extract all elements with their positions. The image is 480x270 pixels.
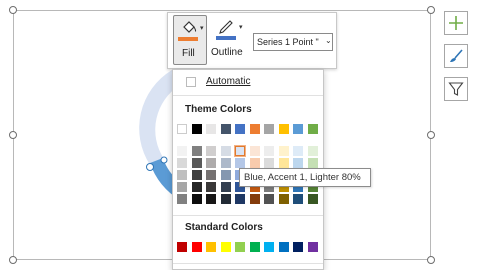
standard-color-swatch[interactable] — [177, 242, 187, 252]
shade-color-swatch[interactable] — [220, 170, 231, 180]
standard-color-swatch[interactable] — [235, 242, 245, 252]
shade-color-swatch[interactable] — [264, 158, 274, 168]
chevron-down-icon[interactable]: ⌄ — [325, 36, 332, 45]
shade-color-swatch[interactable] — [177, 182, 187, 192]
standard-colors-heading: Standard Colors — [185, 222, 263, 233]
shade-color-swatch[interactable] — [177, 146, 187, 156]
shade-color-swatch[interactable] — [235, 194, 245, 204]
shade-color-swatch[interactable] — [191, 158, 202, 168]
paint-bucket-icon — [183, 21, 197, 33]
shade-color-swatch[interactable] — [206, 194, 216, 204]
standard-color-swatch[interactable] — [264, 242, 274, 252]
shade-color-swatch[interactable] — [307, 146, 318, 156]
shade-color-swatch[interactable] — [249, 158, 260, 168]
shade-color-swatch[interactable] — [206, 170, 216, 180]
menu-separator — [173, 263, 323, 264]
dropdown-arrow-icon[interactable]: ▾ — [239, 23, 243, 31]
theme-color-swatch[interactable] — [177, 124, 187, 134]
theme-color-swatch[interactable] — [206, 124, 216, 134]
theme-color-swatch[interactable] — [264, 124, 274, 134]
fill-label: Fill — [182, 48, 195, 59]
shade-color-swatch[interactable] — [278, 194, 289, 204]
shade-color-swatch[interactable] — [177, 170, 187, 180]
automatic-option[interactable]: Automatic — [173, 74, 323, 92]
shade-color-swatch[interactable] — [264, 194, 274, 204]
standard-color-swatch[interactable] — [220, 242, 231, 252]
shade-color-swatch[interactable] — [206, 158, 216, 168]
chart-styles-button[interactable] — [444, 44, 468, 68]
tooltip-text: Blue, Accent 1, Lighter 80% — [244, 172, 361, 183]
shade-color-swatch[interactable] — [191, 170, 202, 180]
shade-color-swatch[interactable] — [206, 146, 216, 156]
theme-color-swatch[interactable] — [191, 124, 202, 134]
pen-icon — [219, 20, 233, 34]
shade-color-swatch[interactable] — [220, 194, 231, 204]
brush-icon — [450, 49, 463, 62]
menu-separator — [173, 215, 323, 216]
shade-color-swatch[interactable] — [191, 194, 202, 204]
shade-color-swatch[interactable] — [191, 182, 202, 192]
shade-color-swatch[interactable] — [249, 194, 260, 204]
chart-filters-button[interactable] — [444, 77, 468, 101]
shade-color-swatch[interactable] — [293, 158, 303, 168]
shade-color-swatch[interactable] — [293, 194, 303, 204]
shade-color-swatch[interactable] — [307, 158, 318, 168]
shade-color-swatch[interactable] — [220, 158, 231, 168]
shade-color-swatch[interactable] — [234, 145, 246, 157]
theme-color-swatch[interactable] — [249, 124, 260, 134]
outline-label: Outline — [211, 47, 243, 58]
shade-color-swatch[interactable] — [278, 158, 289, 168]
fill-color-bar — [178, 37, 198, 41]
theme-color-swatch[interactable] — [220, 124, 231, 134]
filter-icon — [448, 82, 464, 96]
point-handle[interactable] — [160, 156, 168, 164]
standard-color-swatch[interactable] — [191, 242, 202, 252]
outline-button[interactable]: ▾ Outline — [211, 15, 249, 65]
shade-color-swatch[interactable] — [278, 146, 289, 156]
shade-color-swatch[interactable] — [177, 158, 187, 168]
shade-color-swatch[interactable] — [220, 146, 231, 156]
standard-color-swatch[interactable] — [249, 242, 260, 252]
chart-elements-button[interactable] — [444, 11, 468, 35]
mini-toolbar: ▾ Fill ▾ Outline Series 1 Point " ⌄ — [167, 12, 337, 69]
color-tooltip: Blue, Accent 1, Lighter 80% — [239, 168, 371, 187]
dropdown-arrow-icon[interactable]: ▾ — [200, 24, 204, 32]
theme-color-swatch[interactable] — [307, 124, 318, 134]
automatic-label: Automatic — [206, 76, 251, 87]
shade-color-swatch[interactable] — [206, 182, 216, 192]
shade-color-swatch[interactable] — [235, 158, 245, 168]
shade-color-swatch[interactable] — [220, 182, 231, 192]
automatic-swatch — [186, 77, 196, 87]
theme-color-swatch[interactable] — [293, 124, 303, 134]
standard-color-swatch[interactable] — [278, 242, 289, 252]
theme-color-swatch[interactable] — [235, 124, 245, 134]
shade-color-swatch[interactable] — [264, 146, 274, 156]
shade-color-swatch[interactable] — [249, 146, 260, 156]
outline-color-bar — [216, 36, 236, 40]
theme-colors-row — [173, 124, 323, 136]
standard-colors-row — [173, 242, 323, 254]
shade-color-swatch[interactable] — [307, 194, 318, 204]
shade-color-swatch[interactable] — [191, 146, 202, 156]
standard-color-swatch[interactable] — [307, 242, 318, 252]
series-selector-value: Series 1 Point " — [257, 37, 319, 47]
point-handle[interactable] — [146, 163, 154, 171]
standard-color-swatch[interactable] — [293, 242, 303, 252]
theme-color-swatch[interactable] — [278, 124, 289, 134]
plus-icon — [449, 16, 463, 30]
theme-colors-heading: Theme Colors — [185, 104, 252, 115]
series-selector[interactable]: Series 1 Point " — [253, 33, 333, 51]
shade-color-swatch[interactable] — [293, 146, 303, 156]
menu-separator — [173, 95, 323, 96]
shade-color-swatch[interactable] — [177, 194, 187, 204]
standard-color-swatch[interactable] — [206, 242, 216, 252]
fill-button[interactable]: ▾ Fill — [173, 15, 207, 65]
